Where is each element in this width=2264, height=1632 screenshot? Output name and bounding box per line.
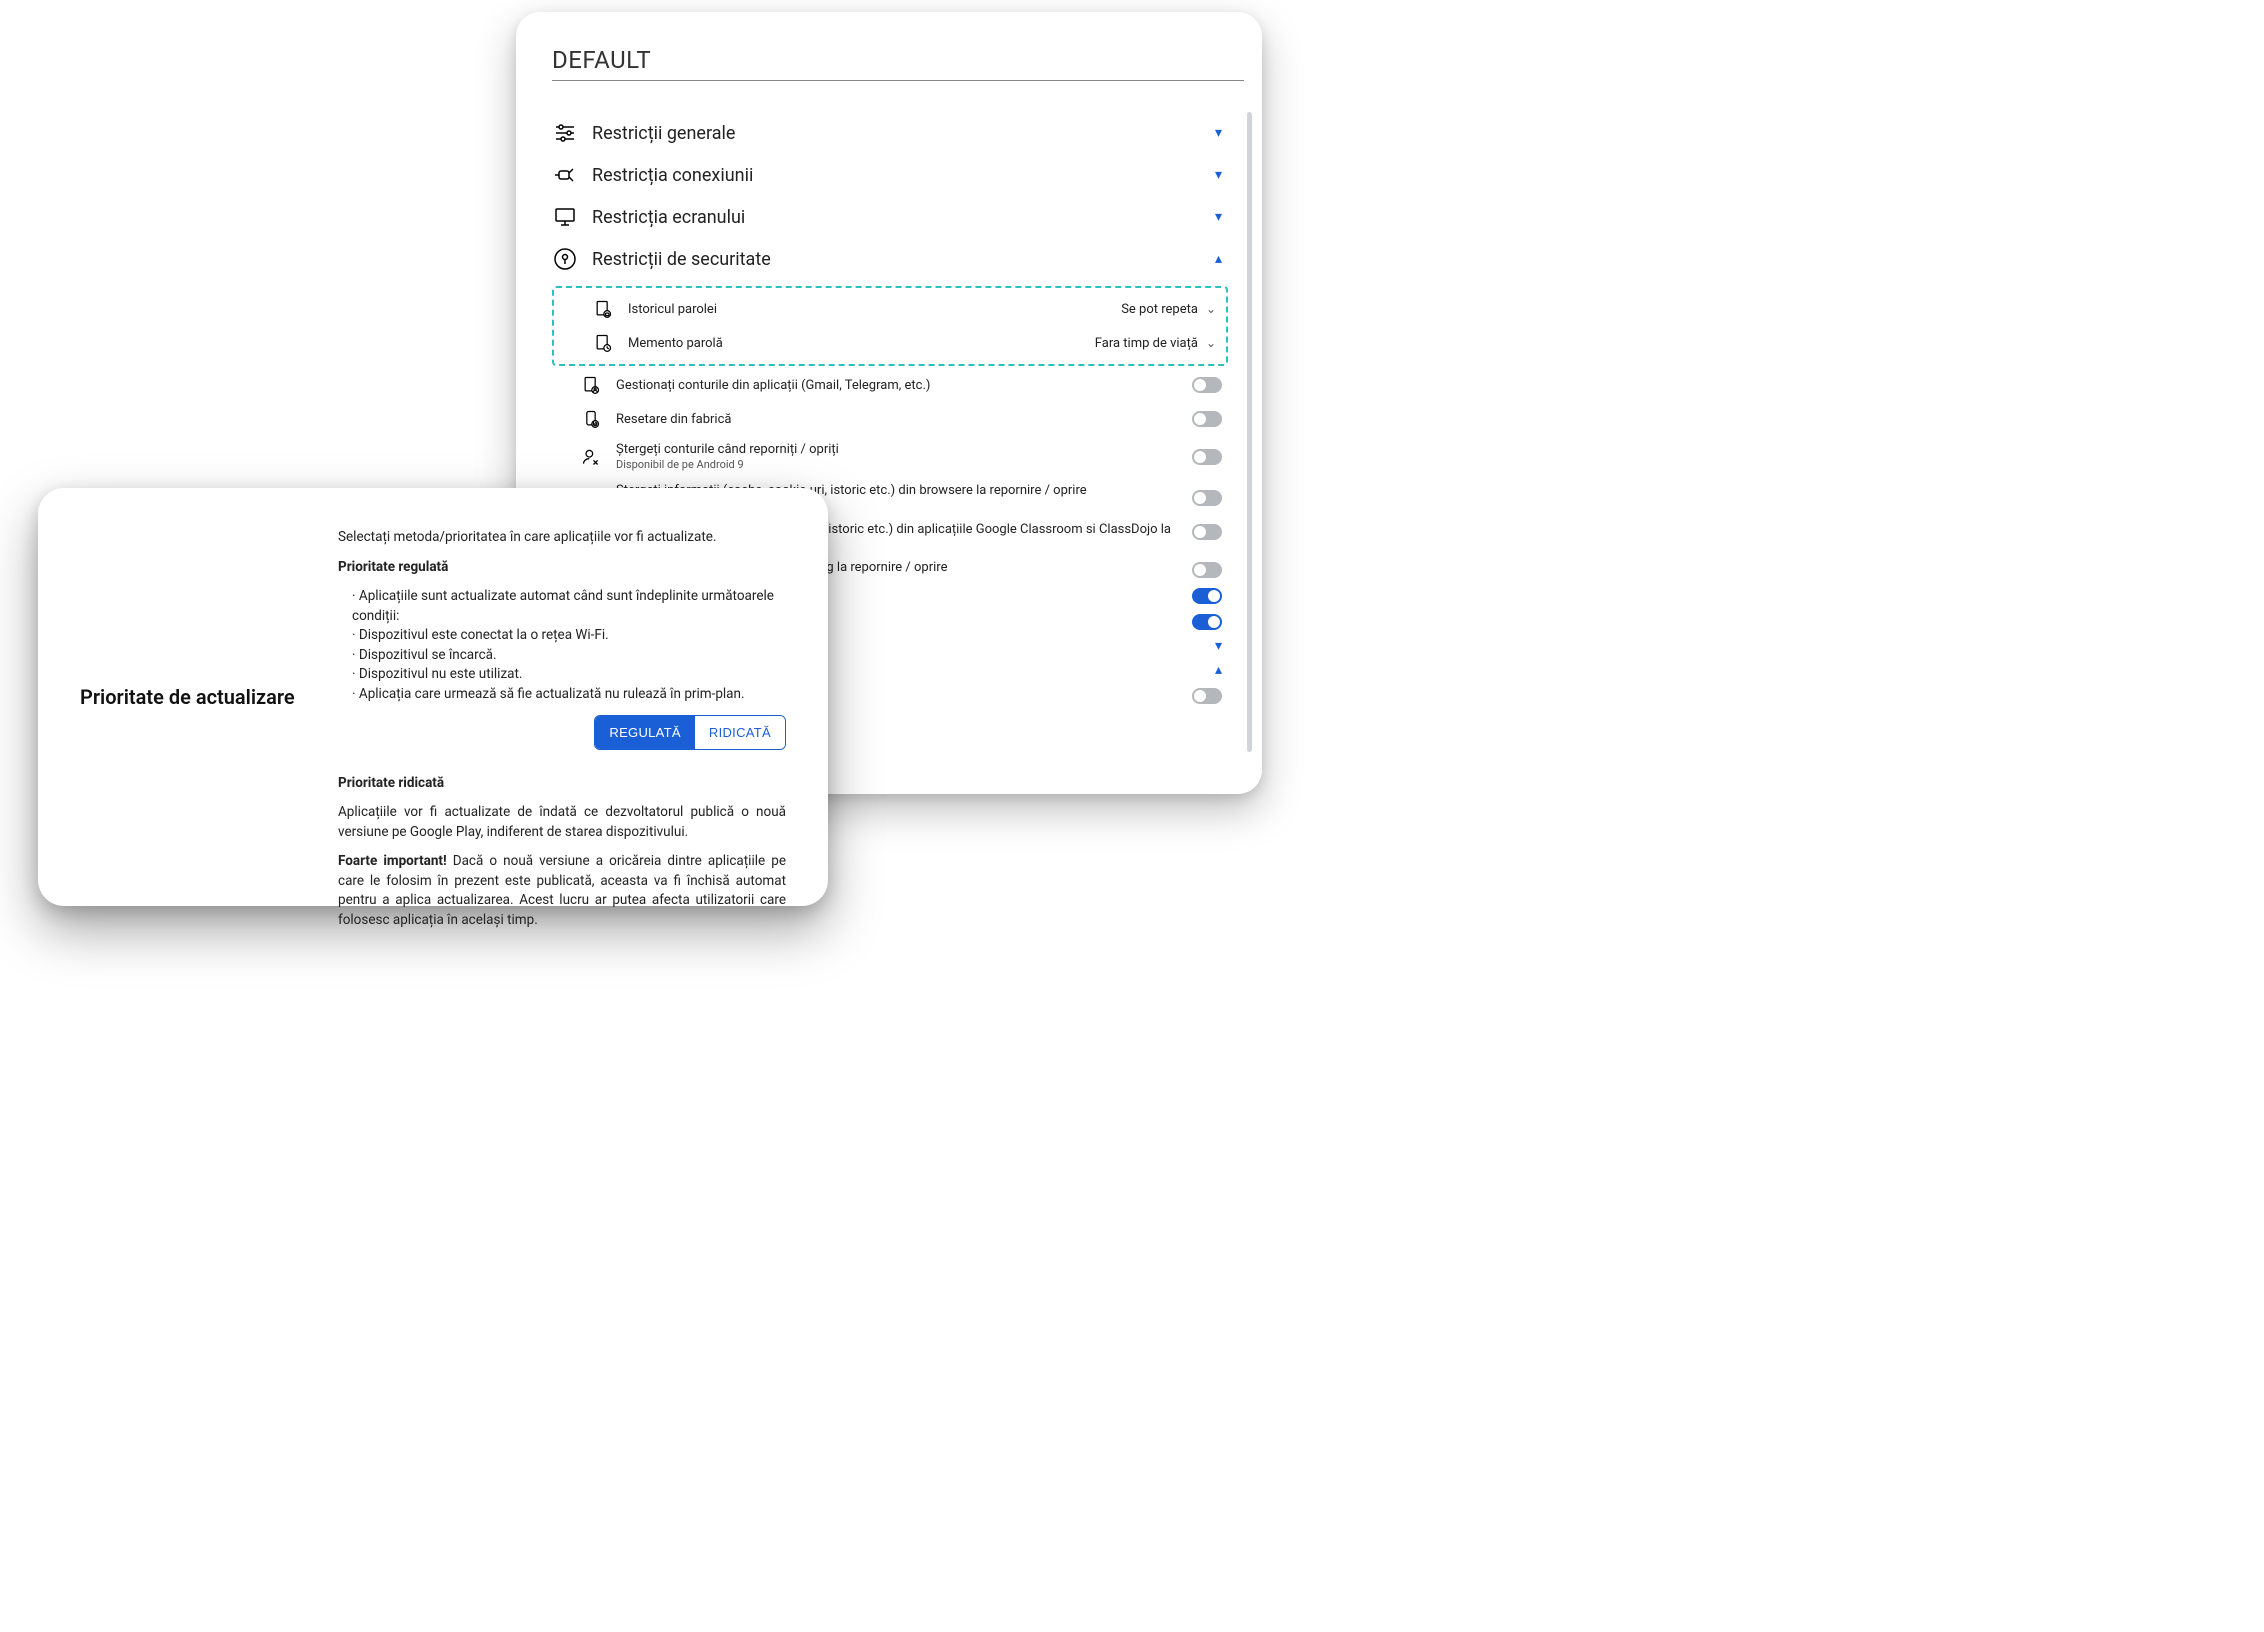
chevron-down-icon (1215, 167, 1222, 183)
password-history-row[interactable]: Istoricul parolei Se pot repeta (564, 292, 1216, 326)
section-security[interactable]: Restricții de securitate (552, 238, 1228, 280)
toggle[interactable] (1192, 490, 1222, 506)
settings-title: DEFAULT (552, 46, 1244, 74)
toggle[interactable] (1192, 588, 1222, 604)
modal-side: Prioritate de actualizare (80, 528, 308, 866)
chevron-up-icon (1215, 662, 1222, 678)
accounts-icon (580, 374, 602, 396)
toggle[interactable] (1192, 688, 1222, 704)
high-title: Prioritate ridicată (338, 775, 444, 791)
seg-high-button[interactable]: RIDICATĂ (695, 716, 785, 749)
section-label: Restricții generale (592, 123, 1215, 144)
toggle[interactable] (1192, 449, 1222, 465)
divider (552, 80, 1244, 81)
scrollbar[interactable] (1247, 112, 1252, 752)
toggle[interactable] (1192, 524, 1222, 540)
factory-reset-row: Resetare din fabrică (552, 402, 1228, 436)
modal-heading: Prioritate de actualizare (80, 685, 295, 709)
chevron-down-icon (1215, 638, 1222, 654)
toggle[interactable] (1192, 614, 1222, 630)
modal-intro: Selectați metoda/prioritatea în care apl… (338, 528, 786, 548)
row-label: Gestionați conturile din aplicații (Gmai… (616, 378, 1192, 393)
reg-bullets: Aplicațiile sunt actualizate automat cân… (338, 587, 786, 704)
section-screen[interactable]: Restricția ecranului (552, 196, 1228, 238)
toggle[interactable] (1192, 377, 1222, 393)
row-label: Memento parolă (628, 336, 1095, 351)
chevron-down-icon (1206, 336, 1216, 350)
update-priority-modal: Prioritate de actualizare Selectați meto… (38, 488, 828, 906)
row-label: Resetare din fabrică (616, 412, 1192, 427)
lock-icon (552, 246, 578, 272)
section-connection[interactable]: Restricția conexiunii (552, 154, 1228, 196)
reg-title: Prioritate regulată (338, 559, 448, 575)
toggle[interactable] (1192, 562, 1222, 578)
chevron-down-icon (1215, 209, 1222, 225)
password-reminder-row[interactable]: Memento parolă Fara timp de viață (564, 326, 1216, 360)
plug-icon (552, 162, 578, 188)
manage-accounts-row: Gestionați conturile din aplicații (Gmai… (552, 368, 1228, 402)
section-label: Restricția ecranului (592, 207, 1215, 228)
row-value: Se pot repeta (1121, 302, 1198, 317)
row-label: Istoricul parolei (628, 302, 1121, 317)
warn-text: Foarte important! Dacă o nouă versiune a… (338, 852, 786, 930)
chevron-down-icon (1206, 302, 1216, 316)
chevron-up-icon (1215, 251, 1222, 267)
section-label: Restricția conexiunii (592, 165, 1215, 186)
sliders-icon (552, 120, 578, 146)
row-label: Ștergeți conturile când reporniți / opri… (616, 442, 1192, 471)
section-general[interactable]: Restricții generale (552, 112, 1228, 154)
high-text: Aplicațiile vor fi actualizate de îndată… (338, 803, 786, 842)
user-x-icon (580, 446, 602, 468)
reset-icon (580, 408, 602, 430)
row-value: Fara timp de viață (1095, 336, 1198, 351)
section-label: Restricții de securitate (592, 249, 1215, 270)
delete-accounts-row: Ștergeți conturile când reporniți / opri… (552, 436, 1228, 477)
priority-segmented: REGULATĂ RIDICATĂ (594, 715, 786, 750)
doc-lock-icon (592, 298, 614, 320)
monitor-icon (552, 204, 578, 230)
chevron-down-icon (1215, 125, 1222, 141)
modal-body: Selectați metoda/prioritatea în care apl… (338, 528, 786, 866)
seg-regular-button[interactable]: REGULATĂ (595, 716, 695, 749)
doc-clock-icon (592, 332, 614, 354)
highlighted-group: Istoricul parolei Se pot repeta Memento … (552, 286, 1228, 366)
toggle[interactable] (1192, 411, 1222, 427)
